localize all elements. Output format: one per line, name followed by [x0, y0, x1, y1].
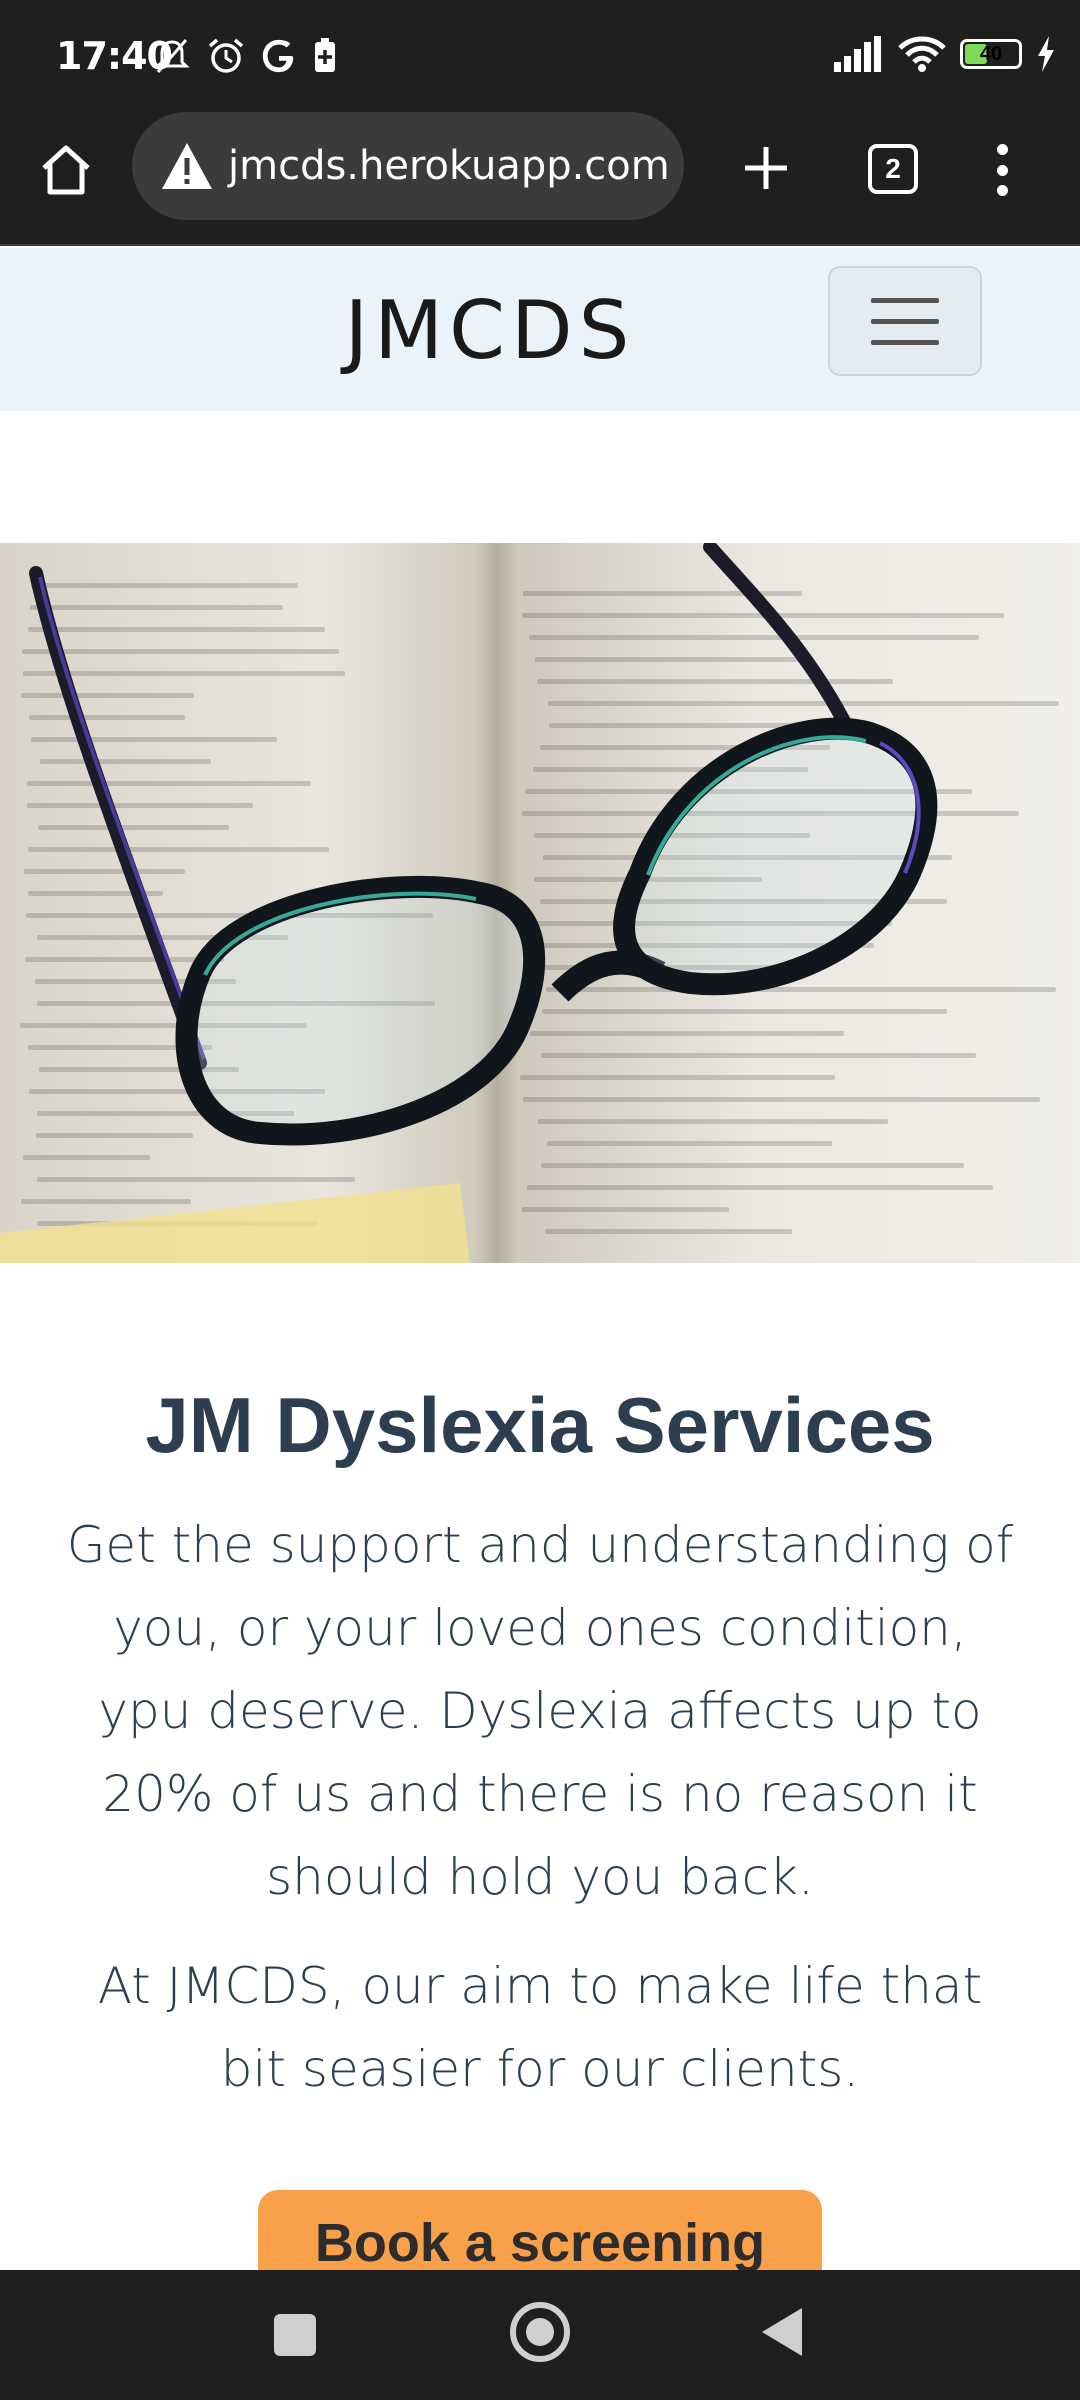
hamburger-icon-bar [871, 318, 939, 324]
menu-dot [996, 144, 1008, 155]
status-right-icons: 40 [832, 36, 1056, 72]
menu-dot [996, 185, 1008, 196]
new-tab-button[interactable] [734, 136, 798, 200]
wifi-icon [898, 36, 946, 72]
menu-dot [996, 164, 1008, 176]
tabs-button[interactable]: 2 [868, 144, 918, 194]
mute-icon [154, 39, 190, 73]
home-dot [526, 2318, 554, 2346]
aim-paragraph: At JMCDS, our aim to make life that bit … [97, 1957, 983, 2098]
warning-icon[interactable] [160, 139, 214, 193]
plus-icon [745, 147, 787, 189]
hero-image [0, 543, 1080, 1263]
alarm-icon [208, 38, 244, 73]
battery-icon: 40 [960, 39, 1022, 69]
home-circle-icon[interactable] [510, 2302, 570, 2362]
hamburger-icon-bar [871, 297, 939, 303]
signal-icon [834, 36, 881, 72]
hamburger-menu-button[interactable] [828, 266, 982, 376]
address-bar[interactable]: jmcds.herokuapp.com [132, 112, 684, 220]
hero-content: JM Dyslexia Services Get the support and… [0, 1380, 1080, 2111]
status-left-icons [152, 36, 338, 76]
back-icon[interactable] [762, 2308, 802, 2356]
glasses-illustration [0, 543, 938, 1263]
tabs-icon: 2 [885, 153, 901, 184]
page-title: JM Dyslexia Services [145, 1381, 935, 1469]
battery-level: 40 [979, 42, 1003, 65]
overflow-menu-icon[interactable] [982, 140, 1022, 200]
google-icon [262, 39, 294, 73]
hamburger-icon-bar [871, 339, 939, 345]
url-text[interactable]: jmcds.herokuapp.com [228, 143, 670, 189]
browser-home-button[interactable] [34, 138, 98, 202]
charging-icon [1038, 36, 1054, 72]
recents-icon[interactable] [274, 2314, 316, 2356]
site-navbar: JMCDS [0, 248, 1080, 411]
battery-saver-icon [315, 38, 335, 72]
system-navigation-bar [0, 2270, 1080, 2400]
home-icon [42, 145, 90, 195]
intro-paragraph: Get the support and understanding of you… [66, 1516, 1014, 1906]
browser-toolbar: jmcds.herokuapp.com 2 [0, 110, 1080, 246]
status-bar: 17:40 40 [0, 0, 1080, 110]
